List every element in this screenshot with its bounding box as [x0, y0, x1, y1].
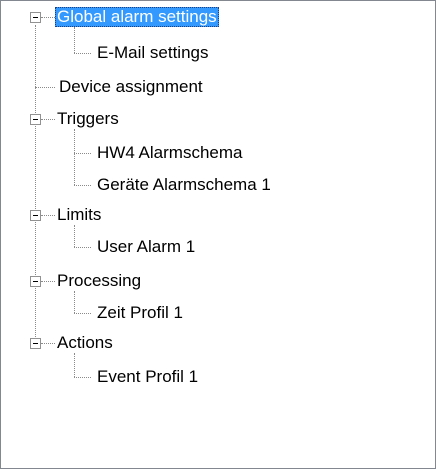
- tree-connector: [74, 377, 91, 378]
- tree-node-processing[interactable]: Processing: [55, 271, 143, 291]
- tree-node-device-assignment[interactable]: Device assignment: [57, 77, 205, 97]
- tree-connector-children: [74, 27, 75, 53]
- tree-connector: [41, 215, 55, 216]
- alarm-settings-tree[interactable]: Global alarm settings E-Mail settings De…: [0, 0, 436, 469]
- tree-connector-children: [74, 225, 75, 247]
- collapse-global-alarm-settings-icon[interactable]: [30, 12, 41, 23]
- tree-connector: [74, 153, 91, 154]
- collapse-limits-icon[interactable]: [30, 210, 41, 221]
- tree-node-hw4-alarmschema[interactable]: HW4 Alarmschema: [95, 143, 244, 163]
- collapse-triggers-icon[interactable]: [30, 114, 41, 125]
- tree-node-email-settings[interactable]: E-Mail settings: [95, 43, 210, 63]
- tree-connector: [35, 87, 55, 88]
- collapse-processing-icon[interactable]: [30, 276, 41, 287]
- tree-node-event-profil-1[interactable]: Event Profil 1: [95, 367, 200, 387]
- tree-connector: [74, 53, 91, 54]
- tree-connector-children: [74, 291, 75, 313]
- tree-node-global-alarm-settings[interactable]: Global alarm settings: [55, 7, 219, 27]
- tree-connector: [41, 17, 55, 18]
- tree-connector: [74, 185, 91, 186]
- tree-node-triggers[interactable]: Triggers: [55, 109, 121, 129]
- tree-connector: [74, 313, 91, 314]
- collapse-actions-icon[interactable]: [30, 338, 41, 349]
- tree-node-geraete-alarmschema-1[interactable]: Geräte Alarmschema 1: [95, 175, 273, 195]
- tree-node-actions[interactable]: Actions: [55, 333, 115, 353]
- tree-connector: [41, 281, 55, 282]
- tree-connector-children: [74, 129, 75, 185]
- tree-node-user-alarm-1[interactable]: User Alarm 1: [95, 237, 197, 257]
- tree-node-limits[interactable]: Limits: [55, 205, 103, 225]
- tree-connector-children: [74, 353, 75, 377]
- tree-connector: [41, 119, 55, 120]
- tree-connector-root: [35, 25, 36, 343]
- tree-node-zeit-profil-1[interactable]: Zeit Profil 1: [95, 303, 185, 323]
- tree-connector: [74, 247, 91, 248]
- tree-connector: [41, 343, 55, 344]
